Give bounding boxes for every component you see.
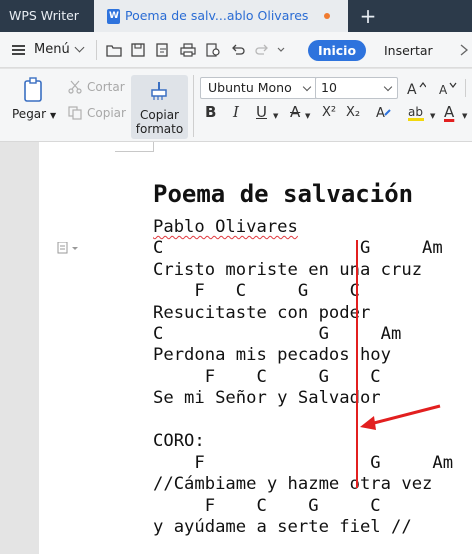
document-line[interactable]: C G Am bbox=[153, 324, 401, 345]
strikethrough-button[interactable]: A bbox=[290, 104, 300, 120]
document-line-text: Pablo Olivares bbox=[153, 217, 298, 237]
chevron-down-icon[interactable]: ▼ bbox=[462, 108, 467, 124]
document-line[interactable]: Cristo moriste en una cruz bbox=[153, 260, 422, 281]
chevron-down-icon bbox=[302, 82, 312, 92]
font-family-value: Ubuntu Mono bbox=[208, 80, 292, 95]
copy-button[interactable]: Copiar bbox=[87, 106, 126, 120]
export-pdf-icon[interactable] bbox=[155, 43, 171, 57]
chevron-down-icon[interactable] bbox=[74, 42, 85, 53]
open-folder-icon[interactable] bbox=[106, 43, 122, 57]
menu-bar: Menú Inicio Insertar bbox=[0, 32, 472, 68]
tab-inicio[interactable]: Inicio bbox=[308, 40, 366, 61]
highlight-icon[interactable]: ab bbox=[408, 103, 430, 121]
bold-button[interactable]: B bbox=[205, 104, 216, 120]
document-line[interactable]: F C G C bbox=[153, 367, 381, 388]
increase-font-icon[interactable]: A bbox=[406, 79, 426, 97]
print-icon[interactable] bbox=[180, 43, 196, 57]
title-tab-bar: WPS Writer Poema de salv...ablo Olivares… bbox=[0, 0, 472, 32]
chevron-down-icon bbox=[383, 82, 393, 92]
svg-text:A: A bbox=[376, 106, 385, 121]
save-icon[interactable] bbox=[130, 43, 146, 57]
copy-icon bbox=[68, 106, 82, 120]
tab-document[interactable]: Poema de salv...ablo Olivares bbox=[94, 0, 348, 32]
document-line[interactable]: C G Am bbox=[153, 238, 443, 259]
page-margin-mark bbox=[115, 142, 154, 152]
svg-text:ab: ab bbox=[408, 105, 423, 119]
divider bbox=[465, 79, 466, 97]
redo-icon[interactable] bbox=[254, 43, 270, 57]
unsaved-dot-icon bbox=[324, 13, 330, 19]
format-painter-label-2: formato bbox=[135, 122, 184, 136]
undo-icon[interactable] bbox=[230, 43, 246, 57]
document-line[interactable]: Pablo Olivares bbox=[153, 217, 298, 238]
tab-wps-writer[interactable]: WPS Writer bbox=[0, 0, 94, 32]
paste-button[interactable]: Pegar ▼ bbox=[12, 107, 56, 121]
tab-insertar[interactable]: Insertar bbox=[384, 40, 433, 61]
document-title[interactable]: Poema de salvación bbox=[153, 179, 413, 209]
document-line[interactable]: //Cámbiame y hazme otra vez bbox=[153, 474, 432, 495]
document-line[interactable]: Resucitaste con poder bbox=[153, 303, 370, 324]
italic-button[interactable]: I bbox=[233, 104, 239, 120]
scissors-icon bbox=[68, 80, 82, 94]
font-size-select[interactable]: 10 bbox=[315, 77, 398, 99]
hamburger-icon bbox=[12, 45, 25, 55]
document-line[interactable]: y ayúdame a serte fiel // bbox=[153, 517, 412, 538]
paragraph-handle-icon[interactable] bbox=[57, 242, 79, 254]
subscript-button[interactable]: X₂ bbox=[346, 105, 360, 121]
format-painter-button[interactable]: Copiar formato bbox=[131, 75, 188, 139]
clear-format-icon[interactable]: A bbox=[375, 103, 393, 121]
svg-text:A: A bbox=[439, 83, 448, 97]
annotation-vertical-line bbox=[356, 240, 358, 488]
main-menu-label: Menú bbox=[34, 42, 70, 57]
font-color-button[interactable]: A bbox=[444, 104, 454, 120]
chevron-down-icon[interactable]: ▼ bbox=[273, 108, 278, 124]
cut-button[interactable]: Cortar bbox=[87, 80, 125, 94]
superscript-button[interactable]: X² bbox=[322, 105, 336, 121]
paintbrush-icon bbox=[151, 82, 167, 100]
decrease-font-icon[interactable]: A bbox=[438, 79, 458, 97]
document-line[interactable]: F G Am bbox=[153, 453, 453, 474]
svg-text:A: A bbox=[407, 82, 417, 97]
document-line[interactable]: Se mi Señor y Salvador bbox=[153, 388, 381, 409]
divider bbox=[193, 75, 194, 137]
chevron-down-icon[interactable]: ▼ bbox=[305, 108, 310, 124]
new-tab-button[interactable]: + bbox=[357, 5, 379, 27]
paste-clipboard-icon[interactable] bbox=[22, 77, 46, 103]
annotation-arrow-icon bbox=[360, 404, 441, 430]
underline-button[interactable]: U bbox=[256, 104, 267, 120]
tab-document-title: Poema de salv...ablo Olivares bbox=[125, 8, 309, 23]
format-painter-label-1: Copiar bbox=[140, 108, 179, 122]
document-line[interactable]: F C G C bbox=[153, 496, 381, 517]
document-area[interactable]: Poema de salvación Pablo Olivares C G Am… bbox=[0, 142, 472, 554]
print-preview-icon[interactable] bbox=[205, 43, 221, 57]
paste-label: Pegar bbox=[12, 107, 47, 121]
document-line[interactable]: F C G C bbox=[153, 281, 360, 302]
document-line[interactable]: CORO: bbox=[153, 431, 205, 452]
chevron-down-icon: ▼ bbox=[49, 111, 57, 120]
chevron-down-icon[interactable] bbox=[276, 43, 286, 57]
font-family-select[interactable]: Ubuntu Mono bbox=[200, 77, 317, 99]
divider bbox=[96, 40, 97, 60]
chevron-right-icon[interactable] bbox=[458, 44, 470, 56]
main-menu-button[interactable]: Menú bbox=[12, 40, 70, 60]
writer-doc-icon bbox=[107, 9, 120, 24]
font-size-value: 10 bbox=[321, 80, 337, 95]
chevron-down-icon[interactable]: ▼ bbox=[430, 108, 435, 124]
